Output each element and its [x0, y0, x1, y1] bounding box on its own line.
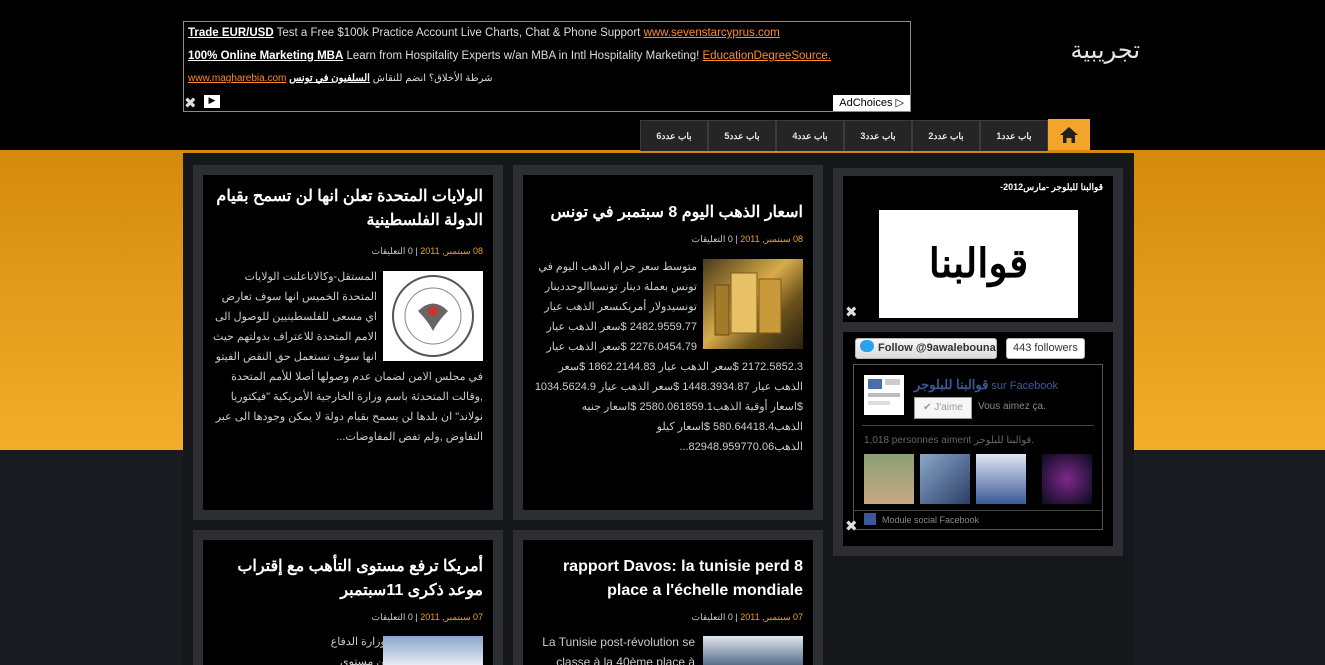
ad-line-3[interactable]: www.magharebia.com شرطة الأخلاق؟ انضم لل…: [188, 73, 493, 84]
ad-banner: Trade EUR/USD Test a Free $100k Practice…: [183, 21, 911, 112]
site-title[interactable]: تجريبية: [1050, 36, 1140, 64]
wrench-icon[interactable]: ✖: [184, 95, 197, 111]
facebook-fan-avatar[interactable]: [976, 454, 1026, 504]
facebook-like-button[interactable]: ✔ J'aime: [914, 397, 972, 419]
post-card-3: أمريكا ترفع مستوى التأهب مع إقتراب موعد …: [193, 530, 503, 665]
sidebar: قوالبنا للبلوجر -مارس2012- قوالبنا للبلو…: [833, 168, 1123, 556]
tab-4[interactable]: باب عدد4: [776, 120, 844, 151]
post-thumbnail[interactable]: [703, 259, 803, 349]
post-excerpt: La Tunisie post-révolution se classe à l…: [542, 635, 695, 665]
facebook-page-name[interactable]: قوالبنا للبلوجر sur Facebook: [914, 377, 1058, 393]
ad-line-1[interactable]: Trade EUR/USD Test a Free $100k Practice…: [188, 27, 780, 39]
post-date[interactable]: 08 سبتمبر, 2011: [740, 234, 803, 244]
ad-1-url[interactable]: www.sevenstarcyprus.com: [644, 27, 780, 39]
post-card-2: اسعار الذهب اليوم 8 سبتمبر في تونس 08 سب…: [513, 165, 823, 520]
post-title[interactable]: الولايات المتحدة تعلن انها لن تسمح بقيام…: [213, 185, 483, 233]
post-date[interactable]: 08 سبتمبر, 2011: [420, 246, 483, 256]
post-comments[interactable]: | 0 التعليقات: [372, 612, 418, 622]
post-date[interactable]: 07 سبتمبر, 2011: [420, 612, 483, 622]
post-title[interactable]: أمريكا ترفع مستوى التأهب مع إقتراب موعد …: [213, 555, 483, 603]
post-date[interactable]: 07 سبتمبر, 2011: [740, 612, 803, 622]
facebook-fan-avatar[interactable]: [1042, 454, 1092, 504]
post-title[interactable]: rapport Davos: la tunisie perd 8 place a…: [533, 555, 803, 603]
ad-line-2[interactable]: 100% Online Marketing MBA Learn from Hos…: [188, 50, 831, 62]
tab-2[interactable]: باب عدد2: [912, 120, 980, 151]
post-comments[interactable]: | 0 التعليقات: [372, 246, 418, 256]
ad-3-title[interactable]: السلفيون في تونس: [289, 73, 370, 84]
templates-banner-image[interactable]: قوالبنا للبلوجر: [879, 210, 1078, 395]
facebook-fan-avatar[interactable]: [864, 454, 914, 504]
ad-next-arrow-icon[interactable]: ▶: [204, 95, 220, 108]
post-thumbnail[interactable]: [703, 636, 803, 665]
home-icon: [1060, 127, 1078, 143]
facebook-icon: [864, 513, 876, 525]
post-thumbnail[interactable]: [383, 636, 483, 665]
twitter-follow-button[interactable]: Follow @9awalebouna: [855, 338, 997, 359]
facebook-like-count: 1,018 personnes aiment قوالبنا للبلوجر.: [864, 435, 1035, 446]
post-meta: 08 سبتمبر, 2011 | 0 التعليقات: [372, 246, 483, 257]
post-card-4: rapport Davos: la tunisie perd 8 place a…: [513, 530, 823, 665]
tab-6[interactable]: باب عدد6: [640, 120, 708, 151]
facebook-like-status: Vous aimez ça.: [978, 401, 1046, 412]
wrench-icon[interactable]: ✖: [845, 518, 858, 534]
sidebar-widget-templates: قوالبنا للبلوجر -مارس2012- قوالبنا للبلو…: [843, 176, 1113, 395]
post-comments[interactable]: | 0 التعليقات: [692, 234, 738, 244]
post-excerpt: المستقل-وكالاتاعلنت الولايات المتحدة الخ…: [213, 271, 483, 443]
wrench-icon[interactable]: ✖: [845, 304, 858, 320]
post-card-1: الولايات المتحدة تعلن انها لن تسمح بقيام…: [193, 165, 503, 520]
ad-2-url[interactable]: EducationDegreeSource.: [703, 50, 832, 62]
twitter-bird-icon: [860, 340, 874, 352]
ad-3-url[interactable]: www.magharebia.com: [188, 73, 286, 84]
twitter-follower-count[interactable]: 443 followers: [1006, 338, 1085, 359]
post-meta: 07 سبتمبر, 2011 | 0 التعليقات: [372, 612, 483, 623]
tab-3[interactable]: باب عدد3: [844, 120, 912, 151]
home-tab[interactable]: [1048, 119, 1090, 150]
facebook-page-picture[interactable]: [864, 375, 904, 415]
ad-1-title[interactable]: Trade EUR/USD: [188, 27, 274, 39]
post-meta: 07 سبتمبر, 2011 | 0 التعليقات: [692, 612, 803, 623]
sidebar-widget-social: Follow @9awalebouna 443 followers قوالبن…: [843, 332, 1113, 546]
post-comments[interactable]: | 0 التعليقات: [692, 612, 738, 622]
post-meta: 08 سبتمبر, 2011 | 0 التعليقات: [692, 234, 803, 245]
facebook-social-plugin-footer[interactable]: Module social Facebook: [854, 510, 1102, 529]
ad-2-title[interactable]: 100% Online Marketing MBA: [188, 50, 343, 62]
adchoices-button[interactable]: AdChoices ▷: [833, 95, 910, 111]
tab-5[interactable]: باب عدد5: [708, 120, 776, 151]
gold-bars-image: [714, 272, 782, 336]
facebook-like-box: قوالبنا للبلوجر sur Facebook ✔ J'aime Vo…: [853, 364, 1103, 530]
facebook-fan-avatar[interactable]: [920, 454, 970, 504]
tab-1[interactable]: باب عدد1: [980, 120, 1048, 151]
post-title[interactable]: اسعار الذهب اليوم 8 سبتمبر في تونس: [533, 201, 803, 225]
widget-title: قوالبنا للبلوجر -مارس2012-: [1000, 182, 1103, 192]
